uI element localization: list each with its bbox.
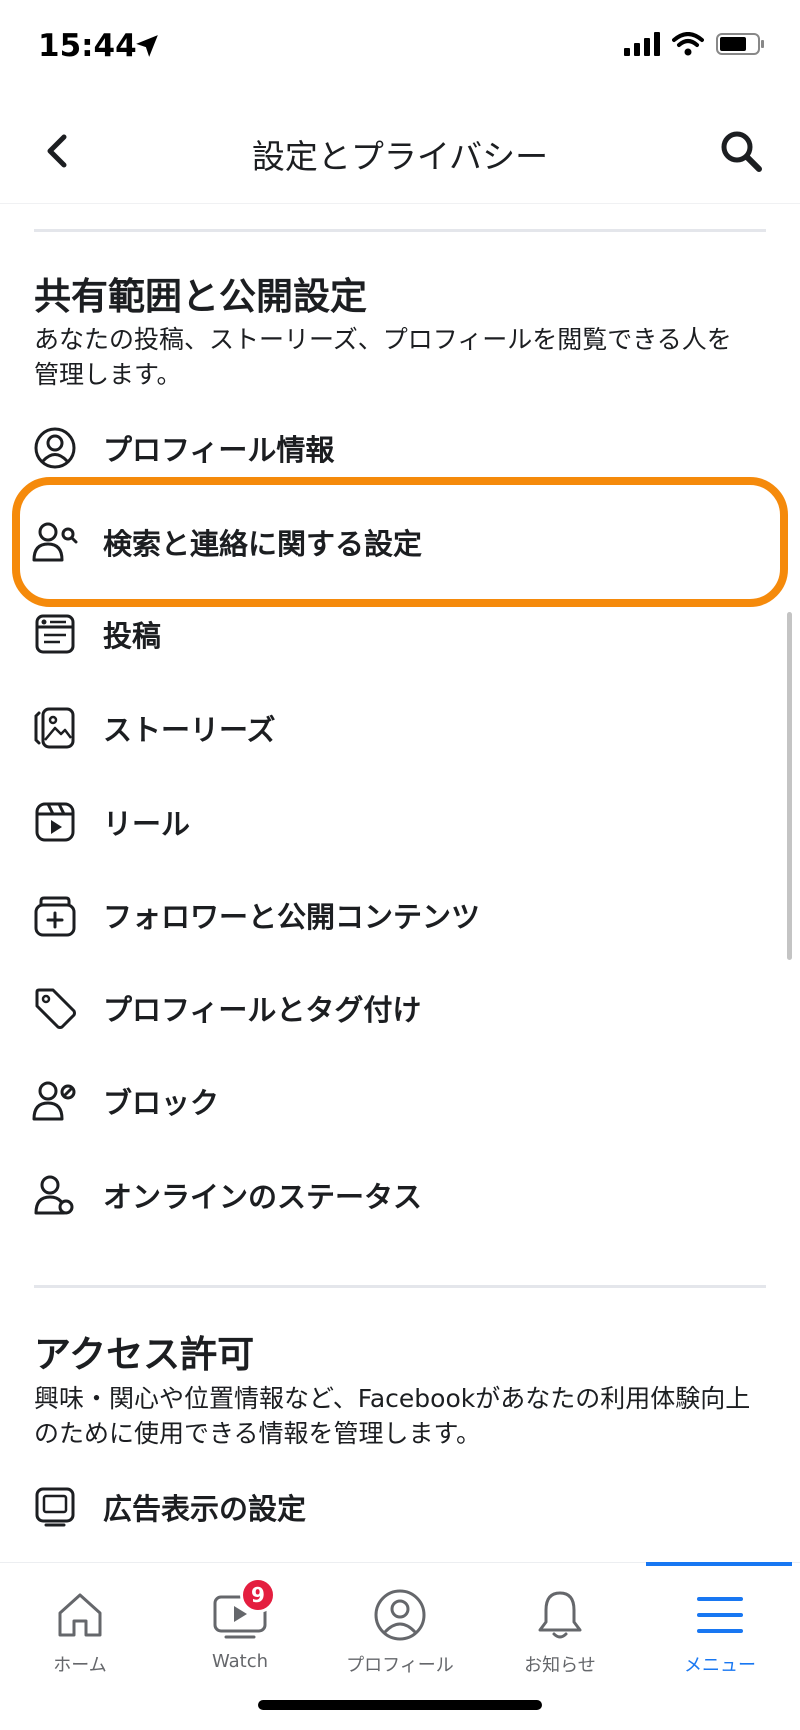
status-icons — [624, 32, 766, 60]
settings-row-label: オンラインのステータス — [103, 1180, 423, 1214]
section-description-audience: あなたの投稿、ストーリーズ、プロフィールを閲覧できる人を管理します。 — [34, 325, 732, 389]
settings-row-label: ストーリーズ — [103, 713, 276, 747]
settings-row-label: リール — [103, 807, 191, 841]
notification-badge: 9 — [240, 1577, 276, 1613]
active-tab-indicator — [646, 1562, 792, 1566]
search-icon — [721, 131, 762, 172]
tab-label: プロフィール — [346, 1655, 454, 1676]
menu-icon — [690, 1585, 750, 1645]
tab-watch[interactable]: 9 Watch — [160, 1563, 320, 1683]
home-indicator — [258, 1700, 542, 1710]
settings-row-followers[interactable]: フォロワーと公開コンテンツ — [0, 871, 800, 959]
settings-row-label: プロフィールとタグ付け — [103, 993, 422, 1027]
tab-menu[interactable]: メニュー — [640, 1563, 800, 1683]
settings-row-label: 広告表示の設定 — [103, 1492, 307, 1526]
scrollbar[interactable] — [787, 612, 792, 960]
header: 設定とプライバシー — [0, 100, 800, 204]
settings-row-label: ブロック — [103, 1086, 220, 1120]
bell-icon — [530, 1585, 590, 1645]
stories-icon — [32, 705, 78, 751]
post-icon — [32, 611, 78, 657]
page-title: 設定とプライバシー — [251, 137, 549, 176]
search-button[interactable] — [714, 124, 768, 178]
divider — [34, 229, 766, 232]
home-icon — [50, 1585, 110, 1645]
reels-icon — [32, 799, 78, 845]
tab-profile[interactable]: プロフィール — [320, 1563, 480, 1683]
tab-label: ホーム — [53, 1655, 107, 1676]
tag-icon — [32, 985, 78, 1031]
settings-privacy-screen: 15:44 設定とプライバシー 共有範囲と公開設定 あなたの投稿、ストーリーズ、… — [0, 0, 800, 1730]
battery-icon — [716, 32, 766, 60]
wifi-icon — [672, 32, 704, 60]
status-bar: 15:44 — [0, 0, 800, 100]
user-circle-icon — [32, 425, 78, 471]
tab-label: お知らせ — [524, 1655, 596, 1676]
watch-icon: 9 — [210, 1577, 276, 1645]
settings-row-profile-tagging[interactable]: プロフィールとタグ付け — [0, 964, 800, 1052]
tab-notifications[interactable]: お知らせ — [480, 1563, 640, 1683]
tab-label: Watch — [211, 1651, 269, 1672]
location-arrow-icon — [134, 33, 160, 63]
settings-row-label: 投稿 — [103, 619, 162, 653]
settings-row-label: プロフィール情報 — [103, 433, 335, 467]
settings-row-reels[interactable]: リール — [0, 778, 800, 866]
online-status-icon — [32, 1172, 78, 1218]
section-title-permissions: アクセス許可 — [34, 1333, 255, 1376]
settings-row-blocking[interactable]: ブロック — [0, 1057, 800, 1145]
highlight-box — [12, 477, 788, 607]
status-time: 15:44 — [38, 28, 137, 64]
profile-icon — [370, 1585, 430, 1645]
tab-label: メニュー — [684, 1655, 756, 1676]
divider — [34, 1285, 766, 1288]
followers-icon — [32, 892, 78, 938]
settings-row-ad-preferences[interactable]: 広告表示の設定 — [0, 1463, 800, 1551]
block-user-icon — [32, 1078, 78, 1124]
ad-icon — [32, 1484, 78, 1530]
tab-home[interactable]: ホーム — [0, 1563, 160, 1683]
signal-icon — [624, 32, 660, 60]
section-description-permissions: 興味・関心や位置情報など、Facebookがあなたの利用体験向上のために使用でき… — [34, 1384, 751, 1448]
settings-row-online-status[interactable]: オンラインのステータス — [0, 1151, 800, 1239]
settings-row-label: フォロワーと公開コンテンツ — [103, 900, 481, 934]
section-title-audience: 共有範囲と公開設定 — [34, 275, 367, 318]
settings-row-stories[interactable]: ストーリーズ — [0, 684, 800, 772]
